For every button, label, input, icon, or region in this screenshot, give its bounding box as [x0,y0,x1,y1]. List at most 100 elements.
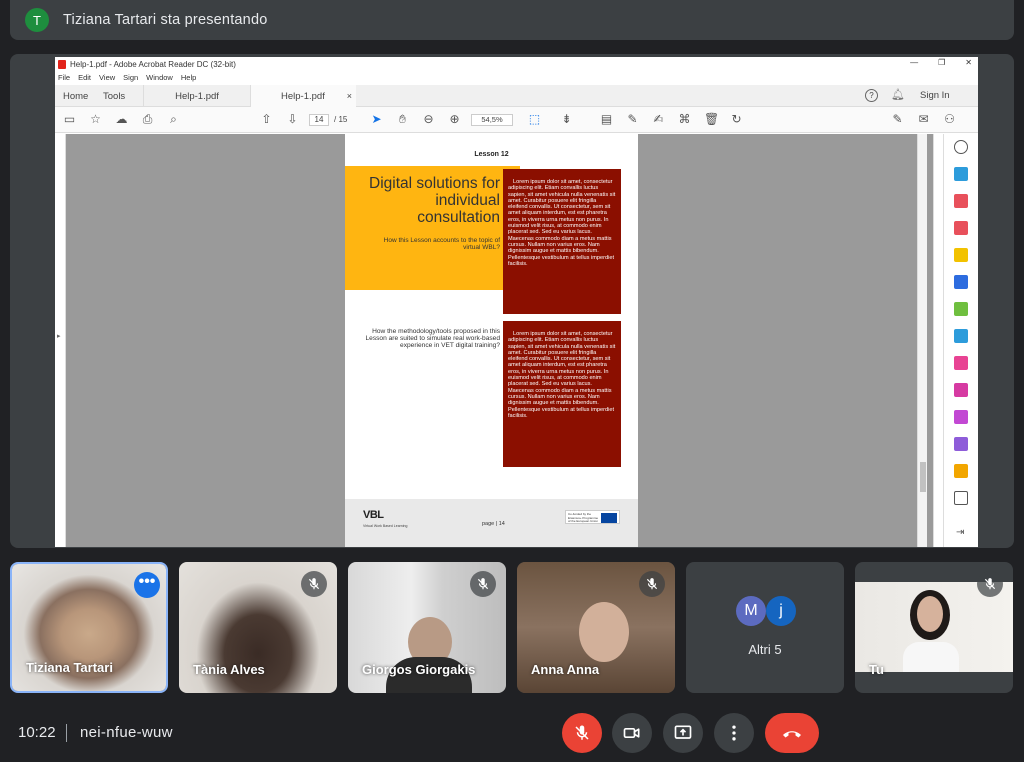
expand-left-icon[interactable]: ▸ [57,332,61,340]
present-button[interactable] [663,713,703,753]
leave-call-button[interactable] [765,713,819,753]
present-screen-icon [674,725,692,739]
participant-tile[interactable]: Giorgos Giorgakis [348,562,506,693]
export-pdf-icon[interactable] [954,167,968,181]
print-icon[interactable]: ⎙ [141,113,154,126]
page-down-icon[interactable]: ⇩ [286,113,299,126]
save-icon[interactable]: ▭ [63,113,76,126]
select-cursor-icon[interactable]: ➤ [370,113,383,126]
participant-tile[interactable]: Anna Anna [517,562,675,693]
zoom-in-icon[interactable]: ⊕ [448,113,461,126]
help-icon[interactable]: ? [865,89,878,102]
comment-tool-icon[interactable] [954,248,968,262]
more-options-button[interactable] [714,713,754,753]
protect-icon[interactable] [954,383,968,397]
pdf-page: Lesson 12 Digital solutions for individu… [345,134,638,547]
page-fit-icon[interactable]: ⬚ [528,113,541,126]
page-number-label: page | 14 [482,521,505,527]
presenter-avatar: T [25,8,49,32]
cloud-upload-icon[interactable]: ☁ [115,113,128,126]
menu-file[interactable]: File [58,73,70,82]
more-tools-icon[interactable] [954,491,968,505]
rotate-icon[interactable]: ↻ [730,113,743,126]
star-icon[interactable]: ☆ [89,113,102,126]
redact-icon[interactable] [954,410,968,424]
document-view[interactable]: ▸ Lesson 12 Digital solutions for indivi… [55,134,933,547]
mic-toggle-button[interactable] [562,713,602,753]
meeting-time: 10:22 [18,724,56,741]
compress-icon[interactable] [954,329,968,343]
lorem-box-2: Lorem ipsum dolor sit amet, consectetur … [503,321,621,467]
lorem-box-1: Lorem ipsum dolor sit amet, consectetur … [503,169,621,314]
pen-icon[interactable]: ✎ [626,113,639,126]
question-text: How the methodology/tools proposed in th… [365,328,500,349]
fill-sign-tool-icon[interactable] [954,356,968,370]
mic-off-icon [470,571,496,597]
right-collapse-strip[interactable] [933,134,943,547]
tab-doc-active[interactable]: Help-1.pdf × [251,85,356,107]
participant-tile[interactable]: Tània Alves [179,562,337,693]
scroll-mode-icon[interactable]: ⇟ [560,113,573,126]
lesson-heading: Lesson 12 [474,151,509,158]
vbl-logo-subtitle: Virtual Work Based Learning [363,524,408,528]
meeting-code[interactable]: nei-nfue-wuw [80,724,173,741]
email-icon[interactable]: ✉ [917,113,930,126]
sign-in-link[interactable]: Sign In [920,90,950,101]
more-options-icon[interactable]: ••• [134,572,160,598]
tab-doc-active-label: Help-1.pdf [281,90,325,102]
eu-flag-icon [601,513,617,523]
participant-body [903,642,959,672]
combine-icon[interactable] [954,275,968,289]
organize-icon[interactable] [954,302,968,316]
others-tile[interactable]: M j Altri 5 [686,562,844,693]
bell-icon[interactable]: 🔔︎ [891,88,905,101]
acrobat-menu-bar: File Edit View Sign Window Help [55,71,978,84]
stamp-icon[interactable]: ⌘ [678,113,691,126]
window-title: Help-1.pdf - Adobe Acrobat Reader DC (32… [70,59,236,69]
trash-icon[interactable]: 🗑︎ [704,113,719,126]
search-icon[interactable]: ⌕ [167,113,180,126]
tab-doc-inactive[interactable]: Help-1.pdf [143,85,251,107]
zoom-out-icon[interactable]: ⊖ [422,113,435,126]
eu-logo: Co-funded by the Erasmus+ Programme of t… [565,510,620,524]
menu-help[interactable]: Help [181,73,196,82]
menu-sign[interactable]: Sign [123,73,138,82]
shared-screen: Help-1.pdf - Adobe Acrobat Reader DC (32… [55,57,978,547]
comment-icon[interactable]: ▤ [600,113,613,126]
vertical-scrollbar[interactable] [917,134,927,547]
pdf-footer: VBL Virtual Work Based Learning page | 1… [345,499,638,547]
restore-icon[interactable]: ❐ [938,58,945,67]
sign-icon[interactable]: ✍︎ [652,113,665,126]
self-tile[interactable]: Tu [855,562,1013,693]
fill-sign-icon[interactable]: ✎ [891,113,904,126]
scroll-thumb[interactable] [920,462,926,492]
menu-view[interactable]: View [99,73,115,82]
share-icon[interactable]: ⚇ [943,113,956,126]
zoom-tool-icon[interactable] [954,140,968,154]
page-up-icon[interactable]: ⇧ [260,113,273,126]
minimize-icon[interactable]: — [910,58,918,67]
edit-pdf-icon[interactable] [954,221,968,235]
measure-icon[interactable] [954,464,968,478]
create-pdf-icon[interactable] [954,194,968,208]
lesson-title: Digital solutions for individual consult… [369,175,500,226]
collapse-panel-icon[interactable]: ⇥ [956,527,964,538]
menu-edit[interactable]: Edit [78,73,91,82]
tools-panel: ⇥ [943,134,978,547]
divider [66,724,67,742]
hand-tool-icon[interactable]: ✋︎ [396,113,409,126]
participant-name: Tiziana Tartari [26,660,113,675]
camera-toggle-button[interactable] [612,713,652,753]
zoom-select[interactable]: 54,5% [471,114,513,126]
page-number-input[interactable]: 14 [309,114,329,126]
tab-home[interactable]: Home [63,85,88,107]
tab-close-icon[interactable]: × [347,91,352,101]
send-sign-icon[interactable] [954,437,968,451]
yellow-block: Digital solutions for individual consult… [345,167,503,290]
left-nav-strip[interactable]: ▸ [55,134,66,547]
tab-tools[interactable]: Tools [103,85,125,107]
others-count: Altri 5 [748,642,782,657]
close-icon[interactable]: ✕ [965,58,972,67]
menu-window[interactable]: Window [146,73,173,82]
participant-tile-presenter[interactable]: ••• Tiziana Tartari [10,562,168,693]
